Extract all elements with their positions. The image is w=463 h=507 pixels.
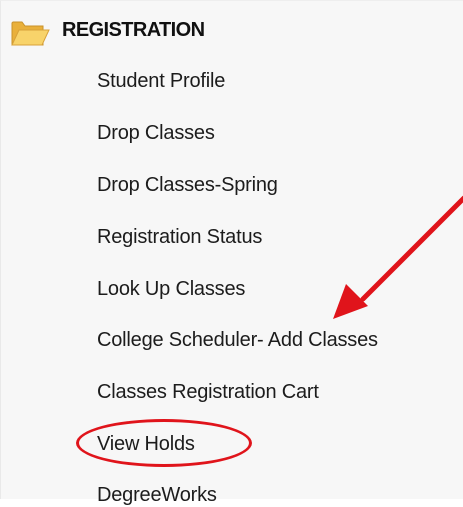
section-title-registration[interactable]: REGISTRATION: [62, 18, 205, 42]
menu-item-registration-status[interactable]: Registration Status: [97, 225, 262, 249]
menu-item-view-holds[interactable]: View Holds: [97, 432, 195, 456]
menu-item-look-up-classes[interactable]: Look Up Classes: [97, 277, 245, 301]
menu-item-college-scheduler-add-classes[interactable]: College Scheduler- Add Classes: [97, 328, 378, 352]
menu-item-drop-classes[interactable]: Drop Classes: [97, 121, 215, 145]
red-arrow-annotation: [333, 195, 463, 319]
registration-menu-panel: REGISTRATION Student Profile Drop Classe…: [0, 0, 463, 506]
open-folder-icon: [10, 19, 50, 47]
menu-item-student-profile[interactable]: Student Profile: [97, 69, 225, 93]
menu-item-degreeworks[interactable]: DegreeWorks: [97, 483, 217, 507]
menu-item-classes-registration-cart[interactable]: Classes Registration Cart: [97, 380, 319, 404]
menu-item-drop-classes-spring[interactable]: Drop Classes-Spring: [97, 173, 278, 197]
